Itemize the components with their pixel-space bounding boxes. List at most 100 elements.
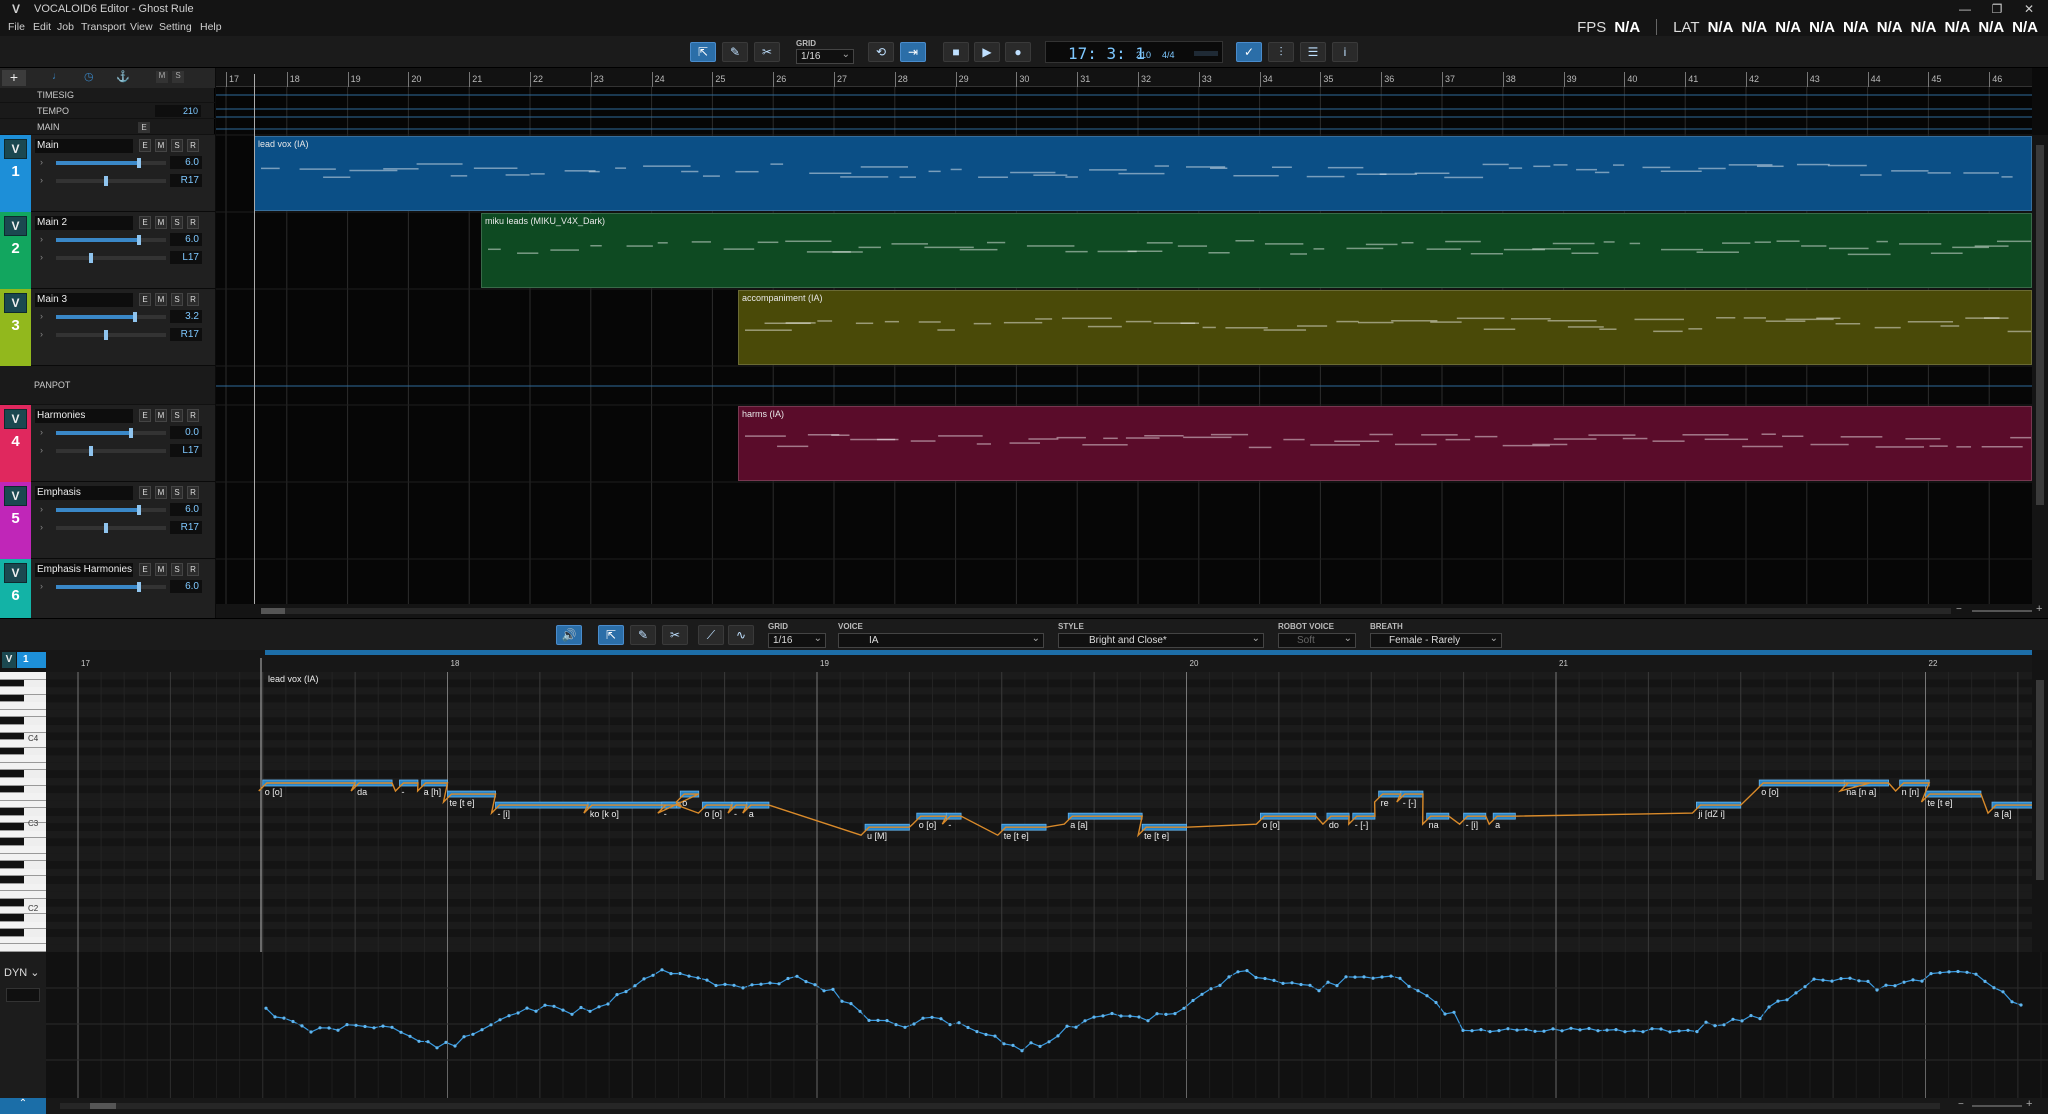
track-e-button[interactable]: E: [139, 563, 151, 576]
dynamics-point[interactable]: [1821, 978, 1825, 982]
pencil-tool-icon[interactable]: ✎: [722, 42, 748, 62]
dynamics-point[interactable]: [642, 977, 646, 981]
pan-slider[interactable]: [56, 523, 166, 533]
expand-icon[interactable]: ›: [40, 504, 43, 514]
dynamics-point[interactable]: [768, 981, 772, 985]
dynamics-point[interactable]: [1101, 1014, 1105, 1018]
dynamics-point[interactable]: [1371, 976, 1375, 980]
track-s-button[interactable]: S: [171, 409, 183, 422]
dynamics-point[interactable]: [1695, 1030, 1699, 1034]
dynamics-point[interactable]: [453, 1044, 457, 1048]
dynamics-point[interactable]: [1344, 975, 1348, 979]
piano-white-key[interactable]: [0, 906, 46, 915]
dynamics-point[interactable]: [1164, 1012, 1168, 1016]
dynamics-point[interactable]: [1425, 994, 1429, 998]
minimize-icon[interactable]: —: [1950, 1, 1980, 17]
dynamics-point[interactable]: [1434, 1000, 1438, 1005]
dynamics-point[interactable]: [678, 971, 682, 976]
play-icon[interactable]: ▶: [974, 42, 1000, 62]
vibrato-tool-icon[interactable]: ∿: [728, 625, 754, 645]
dynamics-point[interactable]: [1443, 1012, 1447, 1016]
dynamics-point[interactable]: [741, 986, 745, 990]
dynamics-point[interactable]: [417, 1039, 421, 1043]
piano-black-key[interactable]: [0, 770, 24, 778]
track-r-button[interactable]: R: [187, 293, 199, 306]
anchor-icon[interactable]: ⚓: [116, 70, 130, 83]
dynamics-point[interactable]: [1965, 970, 1969, 974]
track-part[interactable]: harms (IA): [738, 406, 2032, 481]
dynamics-point[interactable]: [1650, 1027, 1654, 1031]
dynamics-point[interactable]: [1479, 1028, 1483, 1032]
volume-slider[interactable]: [56, 312, 166, 322]
dynamics-point[interactable]: [1407, 984, 1411, 988]
track-v-button[interactable]: V: [4, 409, 27, 429]
track-view-icon[interactable]: ✓: [1236, 42, 1262, 62]
dynamics-point[interactable]: [777, 982, 781, 986]
note-lyric[interactable]: a [a]: [1070, 820, 1088, 830]
dynamics-point[interactable]: [975, 1030, 979, 1034]
track-name[interactable]: Harmonies: [35, 409, 133, 423]
track-m-button[interactable]: M: [155, 293, 167, 306]
dynamics-point[interactable]: [525, 1006, 529, 1010]
dynamics-point[interactable]: [1551, 1027, 1555, 1031]
dynamics-point[interactable]: [921, 1016, 925, 1020]
dynamics-point[interactable]: [1389, 974, 1393, 978]
volume-value[interactable]: 6.0: [170, 580, 202, 593]
volume-slider[interactable]: [56, 235, 166, 245]
dynamics-point[interactable]: [1218, 983, 1222, 987]
dynamics-point[interactable]: [1290, 981, 1294, 985]
dynamics-point[interactable]: [480, 1028, 484, 1032]
dynamics-point[interactable]: [1524, 1027, 1528, 1032]
piano-black-key[interactable]: [0, 808, 24, 816]
dynamics-point[interactable]: [282, 1016, 286, 1020]
editor-scissors-tool-icon[interactable]: ✂: [662, 625, 688, 645]
dynamics-point[interactable]: [1974, 972, 1978, 976]
track-m-button[interactable]: M: [155, 409, 167, 422]
pan-slider[interactable]: [56, 446, 166, 456]
mixer-icon[interactable]: ⫶: [1268, 42, 1294, 62]
dynamics-point[interactable]: [1713, 1024, 1717, 1028]
menu-setting[interactable]: Setting: [159, 21, 192, 33]
dynamics-point[interactable]: [1137, 1015, 1141, 1019]
dynamics-point[interactable]: [1884, 983, 1888, 987]
note-lyric[interactable]: te [t e]: [1144, 831, 1169, 841]
arranger-horizontal-scrollbar[interactable]: − +: [216, 603, 2048, 618]
track-row[interactable]: V 2 Main 2 E M S R › 6.0 › L17: [0, 212, 215, 289]
dynamics-point[interactable]: [624, 990, 628, 994]
dynamics-point[interactable]: [1011, 1043, 1015, 1047]
note-lyric[interactable]: te [t e]: [1004, 831, 1029, 841]
note-lyric[interactable]: u [M]: [867, 831, 887, 841]
zoom-out-icon[interactable]: −: [1956, 604, 1962, 615]
note-lyric[interactable]: - [-]: [1355, 820, 1369, 830]
pan-slider[interactable]: [56, 253, 166, 263]
dynamics-point[interactable]: [1209, 987, 1213, 991]
dynamics-point[interactable]: [1875, 988, 1879, 992]
note-lyric[interactable]: na: [1429, 820, 1439, 830]
track-r-button[interactable]: R: [187, 563, 199, 576]
dynamics-curve[interactable]: [265, 969, 2022, 1052]
editor-track-number[interactable]: 1: [17, 652, 46, 668]
piano-white-key[interactable]: [0, 815, 46, 824]
piano-black-key[interactable]: [0, 929, 24, 937]
note-lyric[interactable]: da: [357, 787, 367, 797]
dynamics-point[interactable]: [1281, 981, 1285, 985]
dynamics-point[interactable]: [984, 1032, 988, 1037]
piano-white-key[interactable]: [0, 702, 46, 710]
expand-icon[interactable]: ›: [40, 234, 43, 244]
audition-icon[interactable]: 🔊: [556, 625, 582, 645]
menu-view[interactable]: View: [130, 21, 153, 33]
track-v-button[interactable]: V: [4, 216, 27, 236]
dynamics-point[interactable]: [1542, 1029, 1546, 1033]
piano-black-key[interactable]: [0, 914, 24, 922]
piano-black-key[interactable]: [0, 747, 24, 756]
expand-icon[interactable]: ›: [40, 252, 43, 262]
dynamics-point[interactable]: [615, 993, 619, 997]
dynamics-point[interactable]: [714, 983, 718, 988]
breath-select[interactable]: Female - Rarely: [1370, 632, 1502, 648]
note-lyric[interactable]: ko [k o]: [590, 809, 619, 819]
pan-value[interactable]: R17: [170, 328, 202, 341]
piano-white-key[interactable]: [0, 672, 46, 680]
track-v-button[interactable]: V: [4, 293, 27, 313]
dynamics-point[interactable]: [1947, 970, 1951, 974]
select-tool-icon[interactable]: ⇱: [690, 42, 716, 62]
